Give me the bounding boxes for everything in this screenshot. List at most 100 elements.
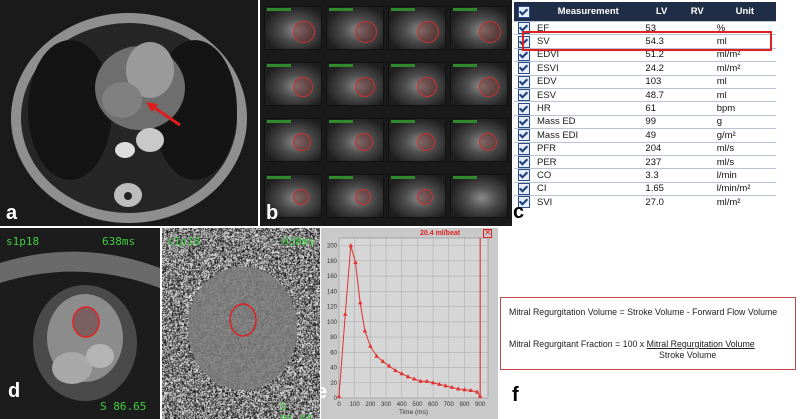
table-row[interactable]: HR 61 bpm [514, 101, 776, 116]
row-checkbox[interactable] [518, 169, 530, 182]
slice-indicator [329, 8, 353, 11]
x-tick-label: 700 [444, 402, 455, 408]
x-axis-label: Time (ms) [399, 409, 428, 416]
table-header-lv[interactable]: LV [642, 2, 681, 22]
x-tick-label: 0 [337, 402, 341, 408]
lv-contour [355, 77, 375, 97]
table-row[interactable]: PER 237 ml/s [514, 154, 776, 169]
formula-line-fraction: Mitral Regurgitant Fraction = 100 x Mitr… [509, 339, 755, 349]
short-axis-slice-tile[interactable] [264, 62, 322, 106]
table-row[interactable]: ESVI 24.2 ml/m² [514, 61, 776, 76]
lv-contour [479, 133, 497, 151]
table-row[interactable]: Mass EDI 49 g/m² [514, 128, 776, 143]
y-tick-label: 60 [330, 350, 337, 356]
slice-indicator [453, 64, 477, 67]
short-axis-slice-tile[interactable] [388, 6, 446, 50]
rv-value [680, 74, 714, 89]
short-axis-slice-tile[interactable] [450, 174, 508, 218]
overlay-slice-map: s1p18 [167, 235, 201, 248]
short-axis-slice-tile[interactable] [450, 118, 508, 162]
row-checkbox[interactable] [518, 75, 530, 88]
row-checkbox[interactable] [518, 182, 530, 195]
panel-c-measurement-table: Measurement LV RV Unit EF 53% SV 54.3 ml EDVI… [512, 0, 800, 226]
x-tick-label: 400 [397, 402, 408, 408]
short-axis-slice-tile[interactable] [264, 118, 322, 162]
table-header-unit[interactable]: Unit [713, 2, 776, 22]
table-header-measurement[interactable]: Measurement [534, 2, 643, 22]
row-checkbox[interactable] [518, 62, 530, 75]
table-header-rv[interactable]: RV [680, 2, 714, 22]
panel-label-a: a [6, 202, 18, 224]
row-checkbox-cell [514, 181, 534, 196]
unit-value: l/min/m² [713, 181, 776, 196]
row-checkbox[interactable] [518, 115, 530, 128]
row-checkbox[interactable] [518, 156, 530, 169]
measurement-name: HR [534, 101, 643, 116]
unit-value: ml/m² [713, 195, 776, 209]
panel-label-b: b [266, 202, 279, 224]
row-checkbox[interactable] [518, 89, 530, 102]
lv-contour [479, 21, 501, 43]
table-row[interactable]: ESV 48.7 ml [514, 87, 776, 102]
row-checkbox-cell [514, 128, 534, 143]
table-row[interactable]: CI 1.65 l/min/m² [514, 181, 776, 196]
table-row[interactable]: EDV 103 ml [514, 74, 776, 89]
unit-value: ml [713, 87, 776, 102]
unit-value: ml/s [713, 154, 776, 169]
measurement-name: CI [534, 181, 643, 196]
phase-map-overlay [229, 303, 257, 337]
panel-b-short-axis-grid: b [260, 0, 512, 226]
table-row[interactable]: CO 3.3 l/min [514, 168, 776, 183]
panel-label-d: d [8, 380, 21, 402]
formula-line-volume: Mitral Regurgitation Volume = Stroke Vol… [509, 307, 778, 317]
close-icon[interactable]: × [483, 229, 492, 238]
short-axis-slice-tile[interactable] [326, 6, 384, 50]
short-axis-slice-tile[interactable] [450, 62, 508, 106]
short-axis-slice-tile[interactable] [450, 6, 508, 50]
rv-value [680, 101, 714, 116]
measurement-name: Mass ED [534, 114, 643, 129]
slice-indicator [329, 176, 353, 179]
x-tick-label: 500 [412, 402, 423, 408]
regurgitation-formula-box: Mitral Regurgitation Volume = Stroke Vol… [500, 297, 796, 370]
table-header-row: Measurement LV RV Unit [514, 2, 776, 22]
formula-fraction-denominator: Stroke Volume [659, 350, 717, 360]
short-axis-slice-tile[interactable] [264, 6, 322, 50]
mitral-roi-contour[interactable] [229, 303, 257, 337]
lv-contour [417, 21, 439, 43]
table-row[interactable]: SVI 27.0 ml/m² [514, 195, 776, 209]
row-checkbox[interactable] [518, 102, 530, 115]
unit-value: ml/s [713, 141, 776, 156]
measurement-name: SVI [534, 195, 643, 209]
short-axis-slice-tile[interactable] [326, 118, 384, 162]
row-checkbox-cell [514, 141, 534, 156]
short-axis-slice-tile[interactable] [388, 174, 446, 218]
lv-value: 237 [642, 154, 681, 169]
y-tick-label: 20 [330, 381, 337, 387]
lv-value: 3.3 [642, 168, 681, 183]
select-all-checkbox[interactable] [518, 5, 530, 18]
rv-value [680, 61, 714, 76]
short-axis-slice-tile[interactable] [326, 62, 384, 106]
y-tick-label: 100 [327, 320, 338, 326]
row-checkbox[interactable] [518, 142, 530, 155]
unit-value: bpm [713, 101, 776, 116]
y-tick-label: 80 [330, 335, 337, 341]
short-axis-slice-tile[interactable] [388, 62, 446, 106]
short-axis-slice-tile[interactable] [388, 118, 446, 162]
table-row[interactable]: Mass ED 99 g [514, 114, 776, 129]
measurement-name: EDV [534, 74, 643, 89]
table-row[interactable]: PFR 204 ml/s [514, 141, 776, 156]
lv-value: 24.2 [642, 61, 681, 76]
lv-contour [293, 77, 313, 97]
row-checkbox-cell [514, 101, 534, 116]
lv-contour [293, 21, 315, 43]
lv-value: 61 [642, 101, 681, 116]
x-tick-label: 300 [381, 402, 392, 408]
slice-indicator [453, 120, 477, 123]
lv-value: 99 [642, 114, 681, 129]
short-axis-slice-tile[interactable] [326, 174, 384, 218]
row-checkbox[interactable] [518, 129, 530, 142]
measurement-name: PER [534, 154, 643, 169]
measurement-name: ESVI [534, 61, 643, 76]
